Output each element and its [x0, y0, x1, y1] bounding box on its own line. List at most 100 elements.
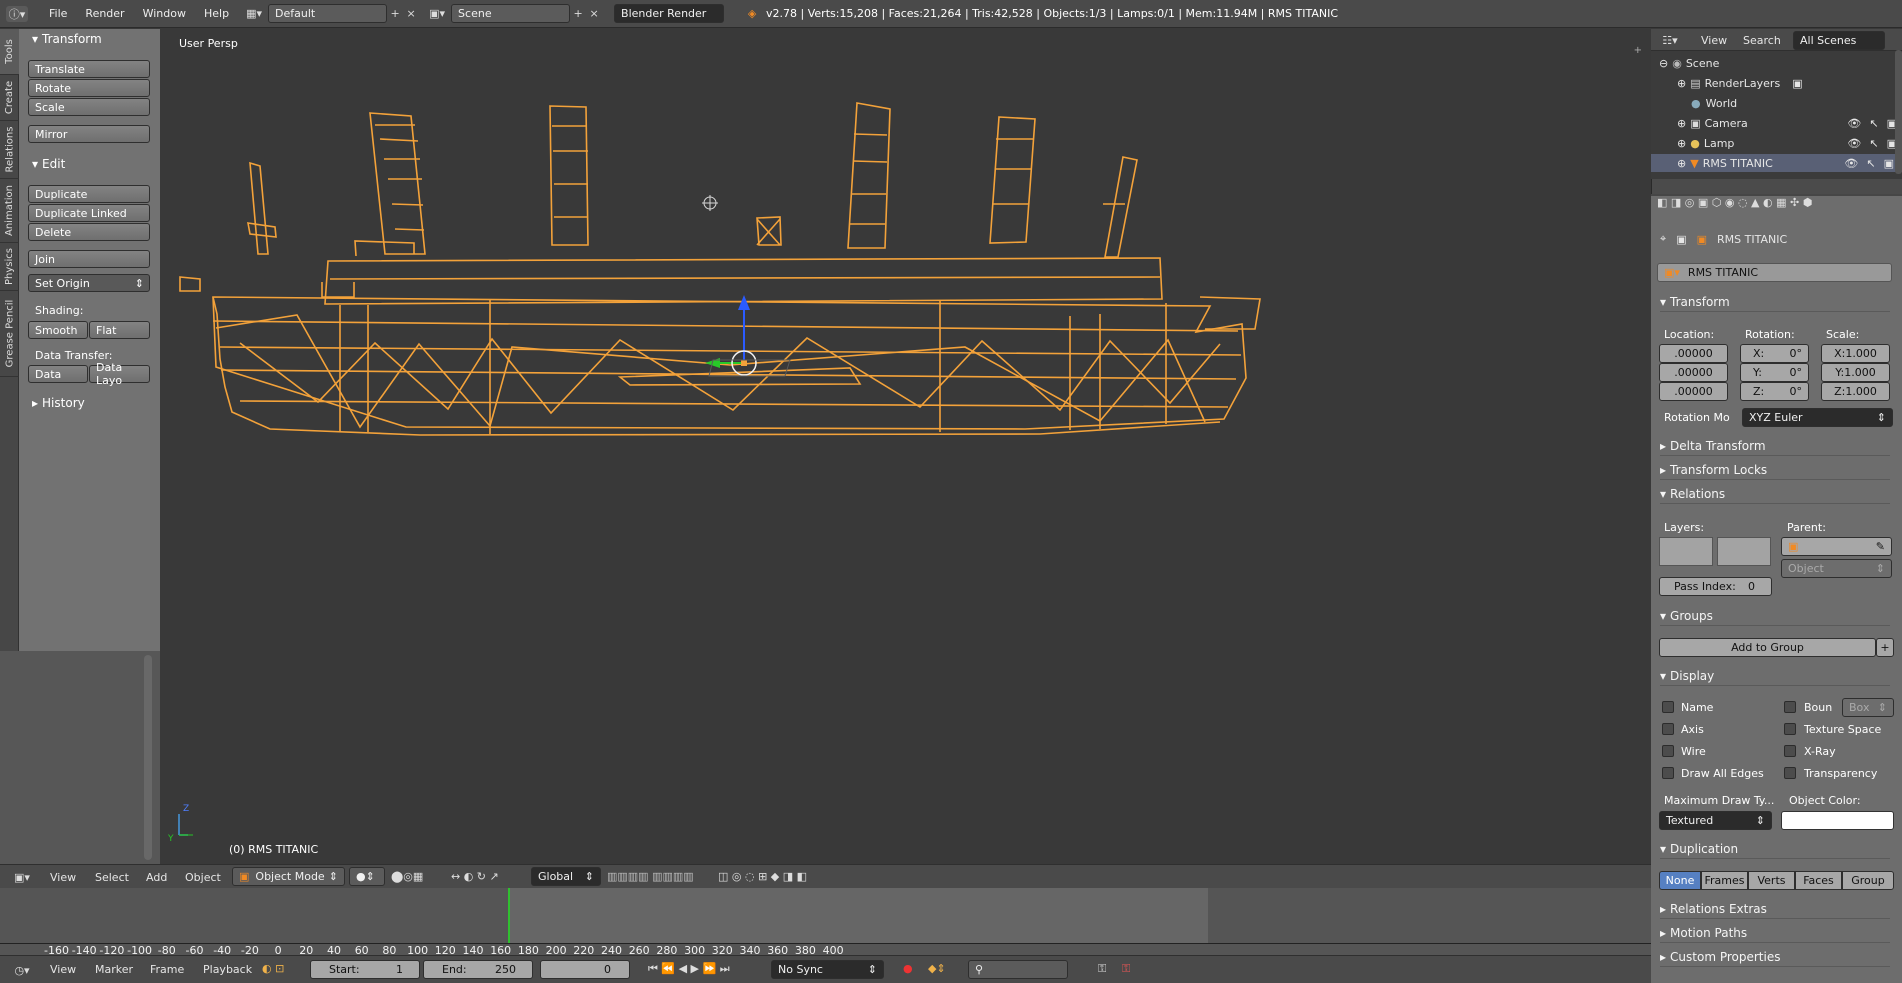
duplication-header[interactable]: ▾ Duplication: [1660, 839, 1890, 859]
expand-icon[interactable]: ⊕: [1677, 77, 1686, 90]
bounds-type-select[interactable]: Box ⇕: [1842, 698, 1894, 717]
history-header[interactable]: ▸ History: [32, 393, 85, 412]
duplicate-linked-button[interactable]: Duplicate Linked: [28, 204, 150, 222]
outliner-row-lamp[interactable]: ⊕ ● Lamp 👁 ↖ ▣: [1677, 134, 1897, 152]
layers-grid-left[interactable]: [1659, 537, 1713, 566]
render-engine-select[interactable]: Blender Render: [614, 4, 725, 23]
expand-icon[interactable]: ⊕: [1677, 157, 1686, 170]
draw-all-edges-checkbox[interactable]: [1662, 767, 1674, 779]
transform-manipulator-icons[interactable]: ↔ ◐ ↻ ↗: [451, 870, 499, 883]
keyframe-icon[interactable]: ◆⇕: [928, 962, 946, 975]
keying-set-field[interactable]: ⚲: [968, 960, 1068, 979]
rotation-y-field[interactable]: Y: 0°: [1740, 363, 1809, 382]
transform-header[interactable]: ▾ Transform: [32, 29, 102, 48]
display-header[interactable]: ▾ Display: [1660, 666, 1890, 686]
location-x-field[interactable]: .00000: [1659, 344, 1728, 363]
name-checkbox[interactable]: [1662, 701, 1674, 713]
render-menu[interactable]: Render: [76, 7, 133, 20]
outliner-row-renderlayers[interactable]: ⊕ ▤ RenderLayers ▣: [1677, 74, 1877, 92]
playback-controls[interactable]: ⏮ ⏪ ◀ ▶ ⏩ ⏭: [648, 962, 730, 976]
set-origin-select[interactable]: Set Origin ⇕: [28, 274, 150, 292]
frame-menu[interactable]: Frame: [150, 963, 184, 976]
layout-icon[interactable]: ▦▾: [242, 6, 266, 22]
transform-panel-header[interactable]: ▾ Transform: [1660, 292, 1890, 312]
scale-z-field[interactable]: Z:1.000: [1821, 382, 1890, 401]
pin-icon[interactable]: ⌖: [1660, 232, 1666, 246]
collapse-icon[interactable]: ⊖: [1659, 57, 1668, 70]
location-z-field[interactable]: .00000: [1659, 382, 1728, 401]
rotation-z-field[interactable]: Z: 0°: [1740, 382, 1809, 401]
viewport-plus-icon[interactable]: +: [1634, 45, 1642, 56]
motion-paths-header[interactable]: ▸ Motion Paths: [1660, 923, 1890, 943]
scale-button[interactable]: Scale: [28, 98, 150, 116]
visibility-icon[interactable]: 👁: [1847, 117, 1861, 130]
flat-button[interactable]: Flat: [89, 321, 150, 339]
timeline-icons[interactable]: ◐ ⊡: [262, 962, 284, 975]
outliner-scrollbar[interactable]: [1895, 50, 1902, 174]
remove-scene-icon[interactable]: ×: [586, 6, 602, 22]
max-draw-type-select[interactable]: Textured ⇕: [1659, 811, 1772, 830]
layer-icon[interactable]: ▣: [1792, 77, 1802, 90]
pass-index-field[interactable]: Pass Index: 0: [1659, 577, 1772, 596]
data-button[interactable]: Data: [28, 365, 88, 383]
axis-checkbox[interactable]: [1662, 723, 1674, 735]
object-menu[interactable]: Object: [185, 871, 221, 884]
wire-checkbox[interactable]: [1662, 745, 1674, 757]
duplicate-button[interactable]: Duplicate: [28, 185, 150, 203]
relations-extras-header[interactable]: ▸ Relations Extras: [1660, 899, 1890, 919]
add-layout-icon[interactable]: +: [387, 6, 403, 22]
current-frame-line[interactable]: [508, 888, 510, 944]
layout-field[interactable]: Default: [268, 4, 388, 23]
render-icon[interactable]: ▣: [1884, 157, 1894, 170]
delete-keyframe-icon[interactable]: ⚿: [1122, 962, 1130, 976]
current-frame-field[interactable]: 0: [540, 960, 630, 979]
eyedropper-icon[interactable]: ✎: [1876, 540, 1885, 553]
add-group-plus-button[interactable]: +: [1876, 638, 1894, 657]
rotation-mode-select[interactable]: XYZ Euler ⇕: [1742, 408, 1893, 427]
dup-faces-button[interactable]: Faces: [1795, 871, 1842, 890]
view-menu[interactable]: View: [50, 871, 76, 884]
scale-x-field[interactable]: X:1.000: [1821, 344, 1890, 363]
transform-locks-header[interactable]: ▸ Transform Locks: [1660, 460, 1890, 480]
select-icon[interactable]: ↖: [1869, 137, 1878, 150]
layer-buttons[interactable]: ▥▥▥▥ ▥▥▥▥: [607, 870, 694, 883]
insert-keyframe-icon[interactable]: ⚿: [1098, 962, 1106, 976]
mirror-button[interactable]: Mirror: [28, 125, 150, 143]
help-menu[interactable]: Help: [195, 7, 238, 20]
playback-menu[interactable]: Playback: [203, 963, 252, 976]
object-mode-select[interactable]: ▣ Object Mode ⇕: [232, 867, 345, 886]
tab-tools[interactable]: Tools: [0, 29, 19, 75]
layers-grid-right[interactable]: [1717, 537, 1771, 566]
select-icon[interactable]: ↖: [1866, 157, 1875, 170]
timeline-view-menu[interactable]: View: [50, 963, 76, 976]
all-scenes-select[interactable]: All Scenes: [1793, 31, 1885, 50]
outliner-row-world[interactable]: ● World: [1691, 94, 1851, 112]
scene-field[interactable]: Scene: [451, 4, 571, 23]
delta-transform-header[interactable]: ▸ Delta Transform: [1660, 436, 1890, 456]
dup-frames-button[interactable]: Frames: [1701, 871, 1748, 890]
smooth-button[interactable]: Smooth: [28, 321, 88, 339]
pivot-icons[interactable]: ⬤◎▦: [391, 870, 423, 883]
add-scene-icon[interactable]: +: [570, 6, 586, 22]
record-icon[interactable]: ●: [903, 962, 913, 975]
custom-properties-header[interactable]: ▸ Custom Properties: [1660, 947, 1890, 967]
remove-layout-icon[interactable]: ×: [403, 6, 419, 22]
marker-menu[interactable]: Marker: [95, 963, 133, 976]
visibility-icon[interactable]: 👁: [1847, 137, 1861, 150]
edit-header[interactable]: ▾ Edit: [32, 154, 65, 173]
object-color-swatch[interactable]: [1781, 811, 1894, 830]
add-to-group-button[interactable]: Add to Group: [1659, 638, 1876, 657]
expand-icon[interactable]: ⊕: [1677, 117, 1686, 130]
sync-select[interactable]: No Sync ⇕: [771, 960, 884, 979]
timeline-editor-icon[interactable]: ◷▾: [10, 962, 34, 978]
select-menu[interactable]: Select: [95, 871, 129, 884]
tab-relations[interactable]: Relations: [0, 121, 19, 179]
3d-viewport[interactable]: User Persp ZY (0) RMS TITANIC +: [160, 29, 1650, 864]
outliner-editor-icon[interactable]: ☷▾: [1658, 32, 1682, 48]
translate-button[interactable]: Translate: [28, 60, 150, 78]
delete-button[interactable]: Delete: [28, 223, 150, 241]
toolshelf-scrollbar[interactable]: [144, 655, 152, 860]
parent-type-select[interactable]: Object ⇕: [1781, 559, 1892, 578]
transparency-checkbox[interactable]: [1784, 767, 1796, 779]
parent-field[interactable]: ▣ ✎: [1781, 537, 1892, 556]
